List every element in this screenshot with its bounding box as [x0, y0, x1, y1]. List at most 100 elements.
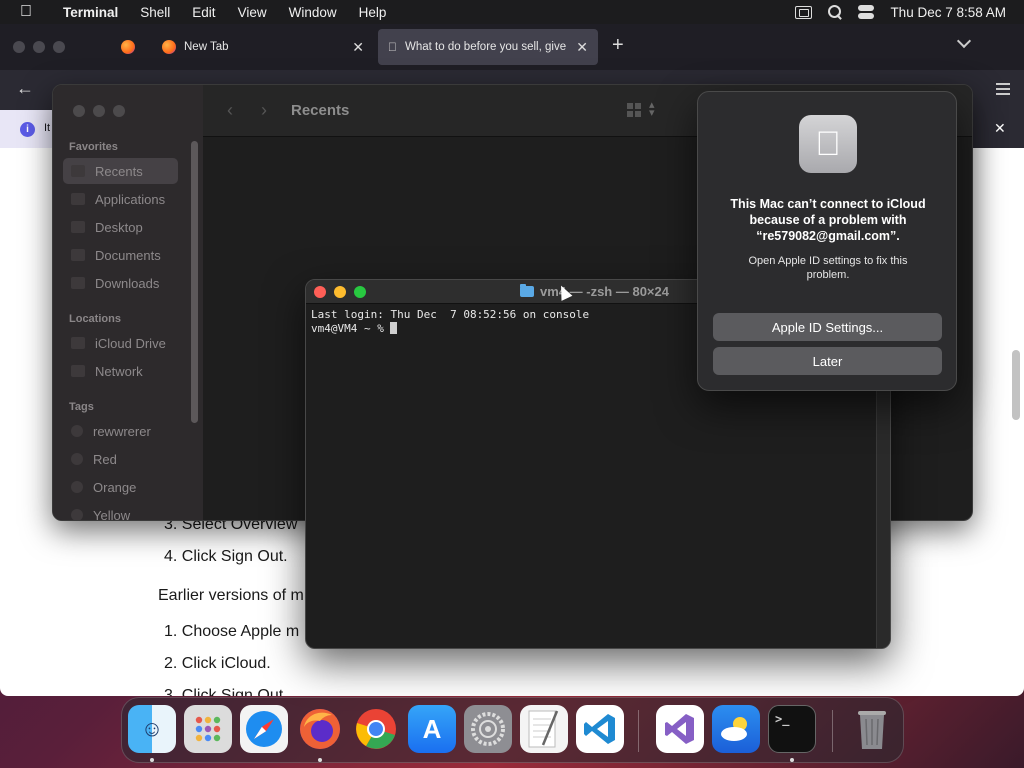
browser-minimize-button[interactable] [33, 41, 45, 53]
sidebar-item-icloud-drive[interactable]: iCloud Drive [63, 330, 178, 356]
dock-vscode-icon[interactable] [576, 705, 624, 753]
finder-close-button[interactable] [73, 105, 85, 117]
icloud-alert-dialog:  This Mac can’t connect to iCloud becau… [697, 91, 957, 391]
new-tab-plus-icon[interactable]: + [612, 34, 624, 57]
sidebar-item-network[interactable]: Network [63, 358, 178, 384]
finder-traffic-lights [73, 105, 125, 117]
apple-tab-icon:  [388, 40, 397, 54]
terminal-minimize-button[interactable] [334, 286, 346, 298]
terminal-prompt-line[interactable]: vm4@VM4 ~ % [311, 322, 589, 336]
sidebar-item-label: Applications [95, 191, 166, 207]
app-menu-icon[interactable] [996, 83, 1010, 95]
control-center-icon[interactable] [858, 5, 875, 19]
alert-body: Open Apple ID settings to fix this probl… [748, 255, 908, 281]
finder-window-title: Recents [291, 102, 350, 119]
forward-chevron-icon[interactable]: › [261, 100, 267, 121]
dock-separator [832, 710, 833, 752]
tab-close-icon[interactable]: ✕ [576, 39, 588, 56]
dock: ☺ A >_ [121, 697, 904, 763]
firefox-tab-icon [162, 40, 176, 54]
sidebar-tag-rewwrerer[interactable]: rewwrerer [63, 418, 178, 444]
sidebar-tag-orange[interactable]: Orange [63, 474, 178, 500]
sidebar-item-label: Red [93, 451, 117, 467]
dock-system-settings-icon[interactable] [464, 705, 512, 753]
dock-running-indicator [318, 758, 322, 762]
terminal-zoom-button[interactable] [354, 286, 366, 298]
view-options-chevron-icon[interactable]: ▴ ▾ [649, 100, 655, 119]
menu-edit[interactable]: Edit [181, 5, 226, 20]
firefox-tab-icon [121, 40, 135, 54]
sidebar-item-applications[interactable]: Applications [63, 186, 178, 212]
browser-traffic-lights [0, 41, 105, 53]
icon-view-grid-icon[interactable] [627, 103, 641, 117]
finder-zoom-button[interactable] [113, 105, 125, 117]
back-chevron-icon[interactable]: ‹ [227, 100, 233, 121]
sidebar-tag-red[interactable]: Red [63, 446, 178, 472]
finder-minimize-button[interactable] [93, 105, 105, 117]
download-icon [71, 277, 85, 289]
alert-heading: This Mac can’t connect to iCloud because… [730, 197, 926, 243]
dock-finder-icon[interactable]: ☺ [128, 705, 176, 753]
dock-textedit-icon[interactable] [520, 705, 568, 753]
terminal-prompt: vm4@VM4 ~ % [311, 322, 391, 335]
browser-tab-strip: New Tab ✕  What to do before you sell, … [0, 24, 1024, 70]
sidebar-item-recents[interactable]: Recents [63, 158, 178, 184]
terminal-traffic-lights [314, 286, 366, 298]
dock-app-store-icon[interactable]: A [408, 705, 456, 753]
dock-visual-studio-icon[interactable] [656, 705, 704, 753]
sidebar-item-label: Orange [93, 479, 137, 495]
later-button[interactable]: Later [713, 347, 942, 375]
list-item: 3. Click Sign Out [164, 687, 284, 696]
dock-chrome-icon[interactable] [352, 705, 400, 753]
sidebar-scrollbar[interactable] [191, 141, 198, 423]
tab-firefox-pinned[interactable] [108, 29, 148, 65]
menu-help[interactable]: Help [348, 5, 398, 20]
sidebar-item-downloads[interactable]: Downloads [63, 270, 178, 296]
sidebar-tag-yellow[interactable]: Yellow [63, 502, 178, 520]
system-settings-apple-icon:  [799, 115, 857, 173]
notification-close-icon[interactable]: ✕ [994, 120, 1006, 137]
tab-apple-support[interactable]:  What to do before you sell, give ✕ [378, 29, 598, 65]
sidebar-item-documents[interactable]: Documents [63, 242, 178, 268]
apple-id-settings-button[interactable]: Apple ID Settings... [713, 313, 942, 341]
dock-weather-icon[interactable] [712, 705, 760, 753]
sidebar-header-locations: Locations [69, 313, 121, 325]
terminal-output[interactable]: Last login: Thu Dec 7 08:52:56 on consol… [311, 308, 589, 336]
tab-label: New Tab [184, 41, 229, 53]
apple-menu-icon[interactable]:  [0, 3, 52, 21]
dock-firefox-icon[interactable] [296, 705, 344, 753]
terminal-cursor [390, 322, 398, 334]
sidebar-header-tags: Tags [69, 401, 94, 413]
dock-launchpad-icon[interactable] [184, 705, 232, 753]
menu-view[interactable]: View [227, 5, 278, 20]
menu-app-name[interactable]: Terminal [52, 5, 129, 20]
spotlight-search-icon[interactable] [828, 5, 842, 19]
tab-new-tab[interactable]: New Tab ✕ [152, 29, 374, 65]
sidebar-item-desktop[interactable]: Desktop [63, 214, 178, 240]
list-item: 2. Click iCloud. [164, 655, 271, 672]
clock-icon [71, 165, 85, 177]
screen-mirroring-icon[interactable] [795, 5, 813, 19]
sidebar-item-label: Recents [95, 163, 143, 179]
folder-icon [520, 284, 534, 297]
browser-zoom-button[interactable] [53, 41, 65, 53]
sidebar-item-label: Documents [95, 247, 161, 263]
back-arrow-icon[interactable]: ← [16, 78, 34, 99]
dock-terminal-icon[interactable]: >_ [768, 705, 816, 753]
page-scrollbar[interactable] [1012, 350, 1020, 420]
menu-window[interactable]: Window [278, 5, 348, 20]
dock-trash-icon[interactable] [848, 705, 896, 753]
dock-safari-icon[interactable] [240, 705, 288, 753]
sidebar-item-label: rewwrerer [93, 423, 151, 439]
list-all-tabs-chevron-icon[interactable] [956, 36, 972, 52]
terminal-close-button[interactable] [314, 286, 326, 298]
tab-close-icon[interactable]: ✕ [352, 39, 364, 56]
menu-shell[interactable]: Shell [129, 5, 181, 20]
terminal-line-last-login: Last login: Thu Dec 7 08:52:56 on consol… [311, 308, 590, 321]
tag-dot-icon [71, 509, 83, 520]
browser-close-button[interactable] [13, 41, 25, 53]
menubar-clock[interactable]: Thu Dec 7 8:58 AM [890, 5, 1006, 20]
list-item: 4. Click Sign Out. [164, 548, 288, 565]
sidebar-item-label: Network [95, 363, 143, 379]
tag-dot-icon [71, 453, 83, 465]
